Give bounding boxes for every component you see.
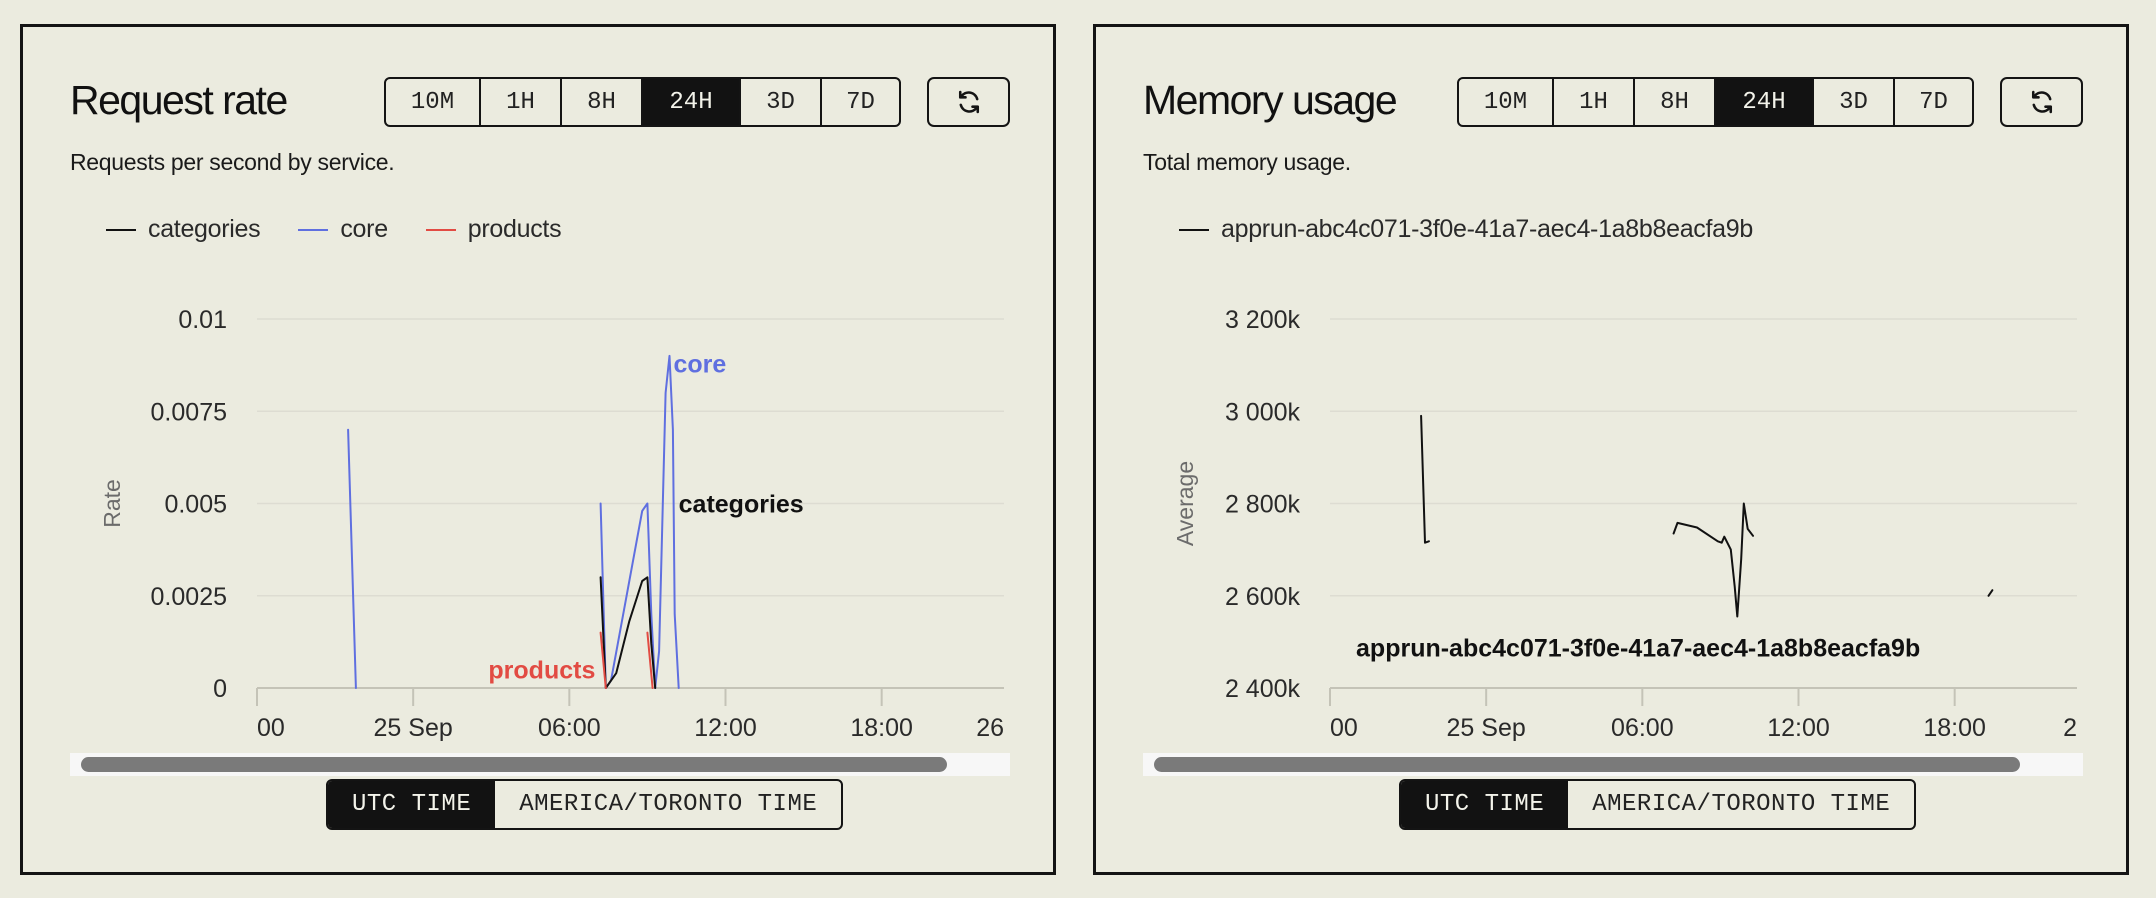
y-tick-label: 0.005 bbox=[164, 491, 227, 519]
series-line-core bbox=[599, 354, 680, 689]
series-label: core bbox=[673, 350, 726, 378]
y-tick-label: 3 200k bbox=[1225, 306, 1301, 334]
toronto-time-button[interactable]: AMERICA/TORONTO TIME bbox=[495, 781, 841, 828]
series-line-apprun bbox=[1672, 502, 1754, 618]
y-tick-label: 0.0025 bbox=[151, 583, 227, 611]
series-label: products bbox=[488, 657, 595, 685]
memory-usage-panel: Memory usage 10M 1H 8H 24H 3D 7D Total m… bbox=[1093, 24, 2129, 875]
y-axis-title: Average bbox=[1172, 461, 1198, 546]
chart-scrollbar[interactable] bbox=[1143, 753, 2083, 776]
x-tick-label: 06:00 bbox=[1611, 714, 1674, 742]
x-tick-label: 12:00 bbox=[694, 714, 757, 742]
series-line-core bbox=[347, 428, 357, 689]
y-tick-label: 2 800k bbox=[1225, 491, 1301, 519]
scrollbar-thumb[interactable] bbox=[81, 757, 947, 772]
utc-time-button[interactable]: UTC TIME bbox=[1401, 781, 1569, 828]
series-line-apprun bbox=[1987, 589, 1994, 597]
timezone-toggle: UTC TIME AMERICA/TORONTO TIME bbox=[1399, 779, 1917, 830]
y-tick-label: 0 bbox=[213, 675, 227, 703]
y-tick-label: 3 000k bbox=[1225, 398, 1301, 426]
x-tick-label: 18:00 bbox=[1923, 714, 1986, 742]
x-tick-label: 00 bbox=[257, 714, 285, 742]
y-tick-label: 2 400k bbox=[1225, 675, 1301, 703]
y-tick-label: 0.0075 bbox=[151, 398, 227, 426]
x-tick-label: 00 bbox=[1330, 714, 1358, 742]
request-rate-panel: Request rate 10M 1H 8H 24H 3D 7D Request… bbox=[20, 24, 1056, 875]
memory-usage-chart: 2 400k 2 600k 2 800k 3 000k 3 200k 00 25 Sep 06… bbox=[1172, 306, 2077, 742]
y-tick-label: 0.01 bbox=[178, 306, 227, 334]
series-label: apprun-abc4c071-3f0e-41a7-aec4-1a8b8eacf… bbox=[1356, 634, 1920, 662]
x-tick-label: 25 Sep bbox=[374, 714, 453, 742]
series-label: categories bbox=[679, 491, 804, 519]
x-tick-label: 2 bbox=[2063, 714, 2077, 742]
timezone-toggle: UTC TIME AMERICA/TORONTO TIME bbox=[326, 779, 844, 830]
utc-time-button[interactable]: UTC TIME bbox=[328, 781, 496, 828]
request-rate-chart: 0 0.0025 0.005 0.0075 0.01 00 25 Sep 06:00 12:00… bbox=[99, 306, 1004, 742]
x-tick-label: 12:00 bbox=[1767, 714, 1830, 742]
x-tick-label: 25 Sep bbox=[1447, 714, 1526, 742]
scrollbar-thumb[interactable] bbox=[1154, 757, 2020, 772]
x-tick-label: 18:00 bbox=[850, 714, 913, 742]
series-line-apprun bbox=[1420, 414, 1430, 544]
toronto-time-button[interactable]: AMERICA/TORONTO TIME bbox=[1568, 781, 1914, 828]
chart-scrollbar[interactable] bbox=[70, 753, 1010, 776]
x-tick-label: 26 bbox=[976, 714, 1004, 742]
y-axis-title: Rate bbox=[99, 479, 125, 528]
y-tick-label: 2 600k bbox=[1225, 583, 1301, 611]
x-tick-label: 06:00 bbox=[538, 714, 601, 742]
